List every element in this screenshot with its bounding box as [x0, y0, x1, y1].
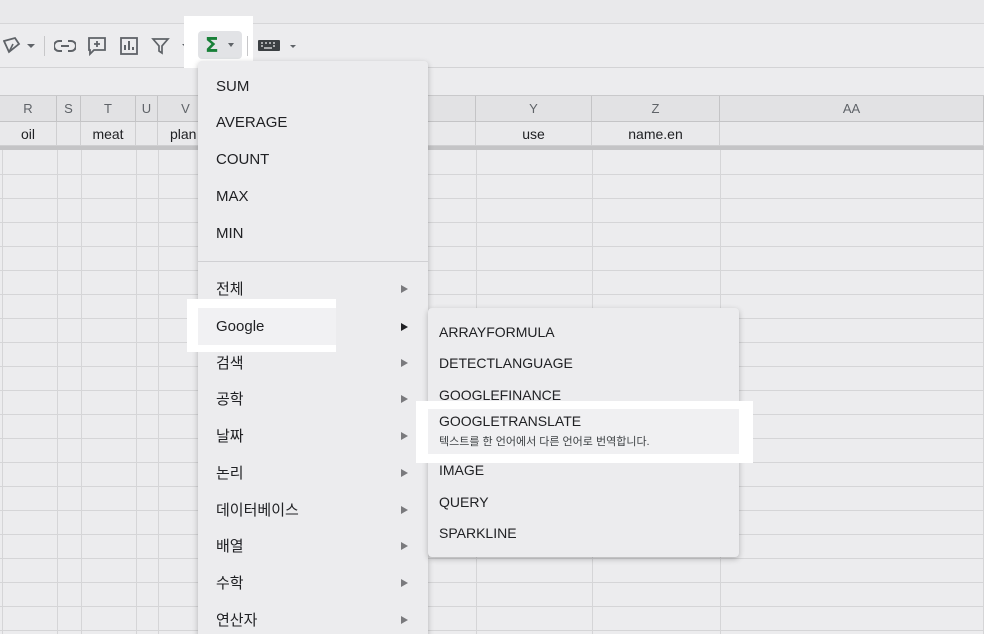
chevron-right-icon — [401, 541, 408, 550]
cell-z1[interactable]: name.en — [592, 122, 720, 146]
gridline — [0, 294, 984, 295]
formula-bar — [0, 68, 984, 96]
column-header-r[interactable]: R — [0, 96, 57, 122]
chevron-right-icon — [401, 358, 408, 367]
menu-category-label: Google — [216, 318, 265, 335]
chevron-right-icon — [401, 468, 408, 477]
sigma-icon: Σ — [205, 33, 219, 57]
gridline — [0, 630, 984, 631]
chevron-right-icon — [401, 505, 408, 514]
chevron-right-icon — [401, 615, 408, 624]
menu-category-date[interactable]: 날짜 — [198, 417, 428, 454]
gridline — [0, 582, 984, 583]
toolbar — [0, 24, 984, 68]
comment-icon — [88, 37, 106, 56]
draw-dropdown-button[interactable] — [0, 34, 40, 58]
cell-aa1[interactable] — [720, 122, 984, 146]
cell-u1[interactable] — [136, 122, 158, 146]
menu-category-label: 날짜 — [216, 428, 244, 445]
column-header-aa[interactable]: AA — [720, 96, 984, 122]
column-header-z[interactable]: Z — [592, 96, 720, 122]
menu-category-label: 연산자 — [216, 612, 258, 629]
submenu-item-title: GOOGLETRANSLATE — [439, 413, 582, 429]
menu-category-engineering[interactable]: 공학 — [198, 380, 428, 417]
input-tools-button[interactable] — [256, 34, 300, 58]
submenu-item-sparkline[interactable]: SPARKLINE — [428, 517, 739, 548]
gridline — [0, 558, 984, 559]
cell-s1[interactable] — [57, 122, 81, 146]
frozen-row-divider[interactable] — [0, 146, 984, 150]
toolbar-separator — [247, 36, 248, 56]
functions-button[interactable]: Σ — [198, 31, 242, 59]
chevron-right-icon — [401, 431, 408, 440]
menu-category-label: 공학 — [216, 391, 244, 408]
gridline — [0, 246, 984, 247]
functions-menu-categories: Google 검색 공학 날짜 논리 데이터베이스 배열 수학 연산자 — [198, 61, 428, 634]
chevron-right-icon — [401, 578, 408, 587]
insert-comment-button[interactable] — [86, 34, 108, 58]
chart-icon — [120, 37, 138, 55]
keyboard-icon — [258, 40, 296, 51]
menu-category-operator[interactable]: 연산자 — [198, 601, 428, 634]
chevron-right-icon — [401, 394, 408, 403]
menu-category-label: 데이터베이스 — [216, 502, 299, 519]
menu-category-lookup[interactable]: 검색 — [198, 344, 428, 381]
gridline — [0, 270, 984, 271]
gridline — [0, 222, 984, 223]
draw-icon — [3, 36, 35, 54]
menu-category-label: 검색 — [216, 355, 244, 372]
insert-chart-button[interactable] — [118, 34, 140, 58]
menu-category-database[interactable]: 데이터베이스 — [198, 491, 428, 528]
menu-category-label: 배열 — [216, 538, 244, 555]
submenu-item-detectlanguage[interactable]: DETECTLANGUAGE — [428, 347, 739, 378]
menu-category-label: 논리 — [216, 465, 244, 482]
menu-category-logical[interactable]: 논리 — [198, 454, 428, 491]
submenu-item-query[interactable]: QUERY — [428, 486, 739, 517]
menu-category-math[interactable]: 수학 — [198, 564, 428, 601]
menu-category-label: 수학 — [216, 575, 244, 592]
gridline — [0, 606, 984, 607]
menu-category-array[interactable]: 배열 — [198, 527, 428, 564]
submenu-item-description: 텍스트를 한 언어에서 다른 언어로 번역합니다. — [439, 436, 650, 448]
column-header-t[interactable]: T — [81, 96, 136, 122]
link-icon — [54, 40, 76, 52]
menu-category-google[interactable]: Google — [198, 308, 428, 345]
cell-t1[interactable]: meat — [81, 122, 136, 146]
top-strip — [0, 0, 984, 24]
submenu-item-arrayformula[interactable]: ARRAYFORMULA — [428, 316, 739, 347]
insert-link-button[interactable] — [53, 34, 77, 58]
cell-r1[interactable]: oil — [0, 122, 57, 146]
chevron-down-icon — [227, 43, 234, 47]
column-header-u[interactable]: U — [136, 96, 158, 122]
cell-y1[interactable]: use — [476, 122, 592, 146]
gridline — [0, 174, 984, 175]
gridline — [0, 198, 984, 199]
chevron-right-icon — [401, 322, 408, 331]
column-header-s[interactable]: S — [57, 96, 81, 122]
toolbar-separator — [44, 36, 45, 56]
column-header-y[interactable]: Y — [476, 96, 592, 122]
